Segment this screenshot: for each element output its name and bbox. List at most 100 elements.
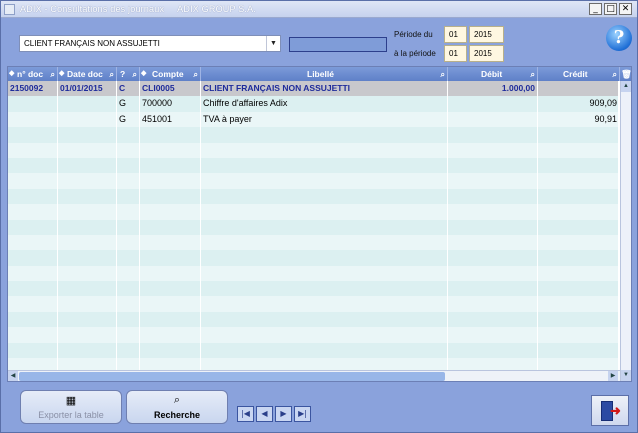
to-month-field[interactable]: 01 (444, 45, 467, 62)
table-row[interactable] (8, 188, 620, 205)
table-row[interactable] (8, 265, 620, 282)
from-month-field[interactable]: 01 (444, 26, 467, 43)
from-year-field[interactable]: 2015 (469, 26, 504, 43)
table-row[interactable] (8, 281, 620, 297)
cell-account (140, 173, 201, 189)
cell-date (58, 142, 117, 158)
column-filter-icon[interactable]: ⌕ (51, 68, 55, 81)
table-row[interactable] (8, 250, 620, 266)
scroll-up-icon[interactable]: ▲ (621, 81, 631, 92)
cell-date (58, 327, 117, 343)
cell-doc (8, 111, 58, 128)
cell-label (201, 219, 448, 235)
scroll-right-icon[interactable]: ▶ (608, 371, 618, 381)
next-record-button[interactable]: ▶ (275, 406, 292, 422)
to-year-field[interactable]: 2015 (469, 45, 504, 62)
cell-label (201, 188, 448, 205)
export-table-button[interactable]: ▦ Exporter la table (20, 390, 122, 424)
cell-doc (8, 250, 58, 266)
cell-doc (8, 342, 58, 359)
cell-date (58, 204, 117, 220)
table-row[interactable]: G 451001 TVA à payer 90,91 (8, 111, 620, 128)
quick-search-input[interactable] (289, 37, 387, 52)
cell-debit (448, 265, 538, 282)
exit-button[interactable]: ➜ (591, 395, 629, 426)
cell-label (201, 127, 448, 143)
horizontal-scrollbar[interactable]: ◀ ▶ (8, 370, 620, 381)
cell-type (117, 281, 140, 297)
vertical-scrollbar[interactable]: ▲ ▼ (620, 81, 631, 381)
table-row[interactable] (8, 234, 620, 251)
table-row[interactable] (8, 296, 620, 312)
previous-record-button[interactable]: ◀ (256, 406, 273, 422)
minimize-button[interactable]: _ (589, 3, 602, 15)
horizontal-scroll-thumb[interactable] (19, 372, 445, 381)
cell-type (117, 265, 140, 282)
column-date[interactable]: ◆ Date doc ⌕ (58, 67, 117, 81)
cell-debit (448, 250, 538, 266)
cell-debit (448, 296, 538, 312)
column-type[interactable]: ? ⌕ (117, 67, 140, 81)
table-row[interactable] (8, 204, 620, 220)
cell-date (58, 157, 117, 174)
cell-account (140, 296, 201, 312)
column-filter-icon[interactable]: ⌕ (531, 68, 535, 81)
cell-label (201, 327, 448, 343)
first-record-button[interactable]: |◀ (237, 406, 254, 422)
cell-date (58, 250, 117, 266)
close-button[interactable]: ✕ (619, 3, 632, 15)
table-row[interactable] (8, 327, 620, 343)
column-filter-icon[interactable]: ⌕ (613, 68, 617, 81)
cell-debit (448, 157, 538, 174)
cell-doc (8, 327, 58, 343)
delete-column-icon[interactable]: 🗑 (620, 67, 631, 81)
cell-debit (448, 173, 538, 189)
help-icon[interactable]: ? (606, 25, 632, 51)
column-credit[interactable]: Crédit ⌕ (538, 67, 620, 81)
table-row[interactable] (8, 142, 620, 158)
column-filter-icon[interactable]: ⌕ (194, 68, 198, 81)
last-record-button[interactable]: ▶| (294, 406, 311, 422)
search-button[interactable]: ⌕ Recherche (126, 390, 228, 424)
cell-type (117, 234, 140, 251)
table-row[interactable] (8, 127, 620, 143)
cell-credit (538, 281, 620, 297)
title-bar: ADIX - Consultations des journaux ADIX G… (1, 1, 637, 18)
column-debit[interactable]: Débit ⌕ (448, 67, 538, 81)
cell-doc (8, 281, 58, 297)
table-row[interactable] (8, 219, 620, 235)
table-row[interactable] (8, 342, 620, 359)
column-doc-number[interactable]: ◆ n° doc ⌕ (8, 67, 58, 81)
column-filter-icon[interactable]: ⌕ (441, 68, 445, 81)
cell-credit (538, 219, 620, 235)
cell-debit (448, 342, 538, 359)
column-label[interactable]: Libellé ⌕ (201, 67, 448, 81)
table-row[interactable]: G 700000 Chiffre d'affaires Adix 909,09 (8, 96, 620, 112)
journal-select[interactable]: CLIENT FRANÇAIS NON ASSUJETTI ▼ (19, 35, 281, 52)
cell-doc: 2150092 (8, 81, 58, 97)
cell-date (58, 127, 117, 143)
exit-arrow-icon: ➜ (610, 403, 621, 418)
cell-debit: 1.000,00 (448, 81, 538, 97)
scroll-left-icon[interactable]: ◀ (8, 371, 18, 381)
chevron-down-icon[interactable]: ▼ (266, 36, 280, 51)
cell-label (201, 311, 448, 328)
cell-debit (448, 111, 538, 128)
table-row[interactable] (8, 173, 620, 189)
column-filter-icon[interactable]: ⌕ (133, 68, 137, 81)
maximize-button[interactable]: □ (604, 3, 617, 15)
table-row[interactable] (8, 311, 620, 328)
cell-date (58, 173, 117, 189)
table-row[interactable] (8, 157, 620, 174)
column-account[interactable]: ◆ Compte ⌕ (140, 67, 201, 81)
window-title: ADIX - Consultations des journaux ADIX G… (20, 4, 257, 14)
sort-icon: ◆ (9, 70, 15, 77)
cell-date (58, 234, 117, 251)
scroll-down-icon[interactable]: ▼ (621, 370, 631, 381)
cell-type: G (117, 111, 140, 128)
cell-label: CLIENT FRANÇAIS NON ASSUJETTI (201, 81, 448, 97)
cell-doc (8, 219, 58, 235)
table-row[interactable]: 2150092 01/01/2015 C CLI0005 CLIENT FRANÇAIS… (8, 81, 620, 97)
column-filter-icon[interactable]: ⌕ (110, 68, 114, 81)
cell-credit (538, 127, 620, 143)
